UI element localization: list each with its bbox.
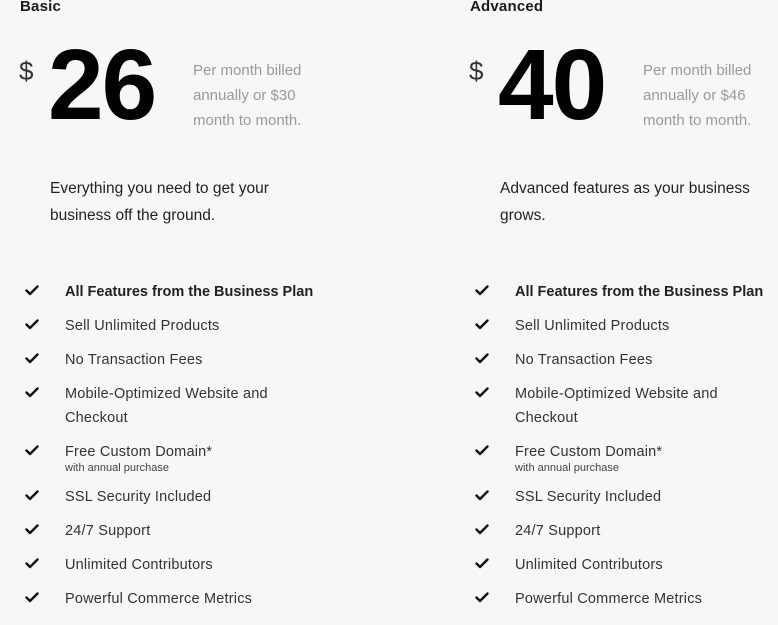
plan-price: 40 xyxy=(498,29,607,141)
feature-item: Unlimited Contributors xyxy=(0,553,330,577)
feature-item: All Features from the Business Plan xyxy=(0,280,330,304)
check-icon xyxy=(25,445,39,456)
check-icon xyxy=(25,558,39,569)
check-icon xyxy=(25,592,39,603)
feature-label: Sell Unlimited Products xyxy=(65,318,220,334)
check-icon xyxy=(475,524,489,535)
feature-label: All Features from the Business Plan xyxy=(65,284,314,300)
check-icon xyxy=(475,592,489,603)
plan-price: 26 xyxy=(48,29,157,141)
feature-list: All Features from the Business Plan Sell … xyxy=(450,280,778,621)
feature-item: No Transaction Fees xyxy=(0,348,330,372)
feature-item: 24/7 Support xyxy=(450,519,778,543)
check-icon xyxy=(25,524,39,535)
feature-label: Unlimited Contributors xyxy=(515,557,663,573)
plan-name: Advanced xyxy=(470,0,544,15)
feature-label: SSL Security Included xyxy=(65,489,212,505)
plan-card-basic: Basic $ 26 Per month billed annually or … xyxy=(0,0,330,625)
feature-label: No Transaction Fees xyxy=(65,352,203,368)
check-icon xyxy=(475,285,489,296)
feature-item: Mobile-Optimized Website and Checkout xyxy=(0,382,330,430)
feature-item: Powerful Commerce Metrics xyxy=(0,587,330,611)
check-icon xyxy=(475,387,489,398)
feature-list: All Features from the Business Plan Sell … xyxy=(0,280,330,621)
feature-item: No Transaction Fees xyxy=(450,348,778,372)
feature-item: 24/7 Support xyxy=(0,519,330,543)
feature-item: Sell Unlimited Products xyxy=(0,314,330,338)
feature-label: Sell Unlimited Products xyxy=(515,318,670,334)
feature-item: SSL Security Included xyxy=(0,485,330,509)
check-icon xyxy=(475,445,489,456)
feature-item: Free Custom Domain* with annual purchase xyxy=(450,440,778,475)
feature-item: All Features from the Business Plan xyxy=(450,280,778,304)
feature-label: All Features from the Business Plan xyxy=(515,284,764,300)
feature-label: Unlimited Contributors xyxy=(65,557,213,573)
check-icon xyxy=(25,490,39,501)
feature-item: Mobile-Optimized Website and Checkout xyxy=(450,382,778,430)
currency-symbol: $ xyxy=(19,56,34,86)
feature-label: SSL Security Included xyxy=(515,489,662,505)
check-icon xyxy=(25,353,39,364)
feature-label: 24/7 Support xyxy=(515,523,601,539)
plan-card-advanced: Advanced $ 40 Per month billed annually … xyxy=(450,0,778,625)
feature-label: 24/7 Support xyxy=(65,523,151,539)
check-icon xyxy=(25,285,39,296)
feature-label: Powerful Commerce Metrics xyxy=(65,591,253,607)
pricing-plans: Basic $ 26 Per month billed annually or … xyxy=(0,0,778,625)
plan-tagline: Advanced features as your business grows… xyxy=(500,180,750,224)
billing-note: Per month billed annually or $30 month t… xyxy=(193,62,302,129)
check-icon xyxy=(475,490,489,501)
feature-item: Powerful Commerce Metrics xyxy=(450,587,778,611)
check-icon xyxy=(25,387,39,398)
feature-label: Mobile-Optimized Website and Checkout xyxy=(65,386,268,426)
check-icon xyxy=(475,558,489,569)
feature-label: No Transaction Fees xyxy=(515,352,653,368)
feature-item: Unlimited Contributors xyxy=(450,553,778,577)
billing-note: Per month billed annually or $46 month t… xyxy=(643,62,752,129)
plan-tagline: Everything you need to get your business… xyxy=(50,180,269,224)
check-icon xyxy=(475,353,489,364)
currency-symbol: $ xyxy=(469,56,484,86)
feature-label: Powerful Commerce Metrics xyxy=(515,591,703,607)
feature-item: SSL Security Included xyxy=(450,485,778,509)
feature-item: Sell Unlimited Products xyxy=(450,314,778,338)
check-icon xyxy=(475,319,489,330)
plan-name: Basic xyxy=(20,0,62,15)
check-icon xyxy=(25,319,39,330)
feature-item: Free Custom Domain* with annual purchase xyxy=(0,440,330,475)
feature-label: Mobile-Optimized Website and Checkout xyxy=(515,386,718,426)
